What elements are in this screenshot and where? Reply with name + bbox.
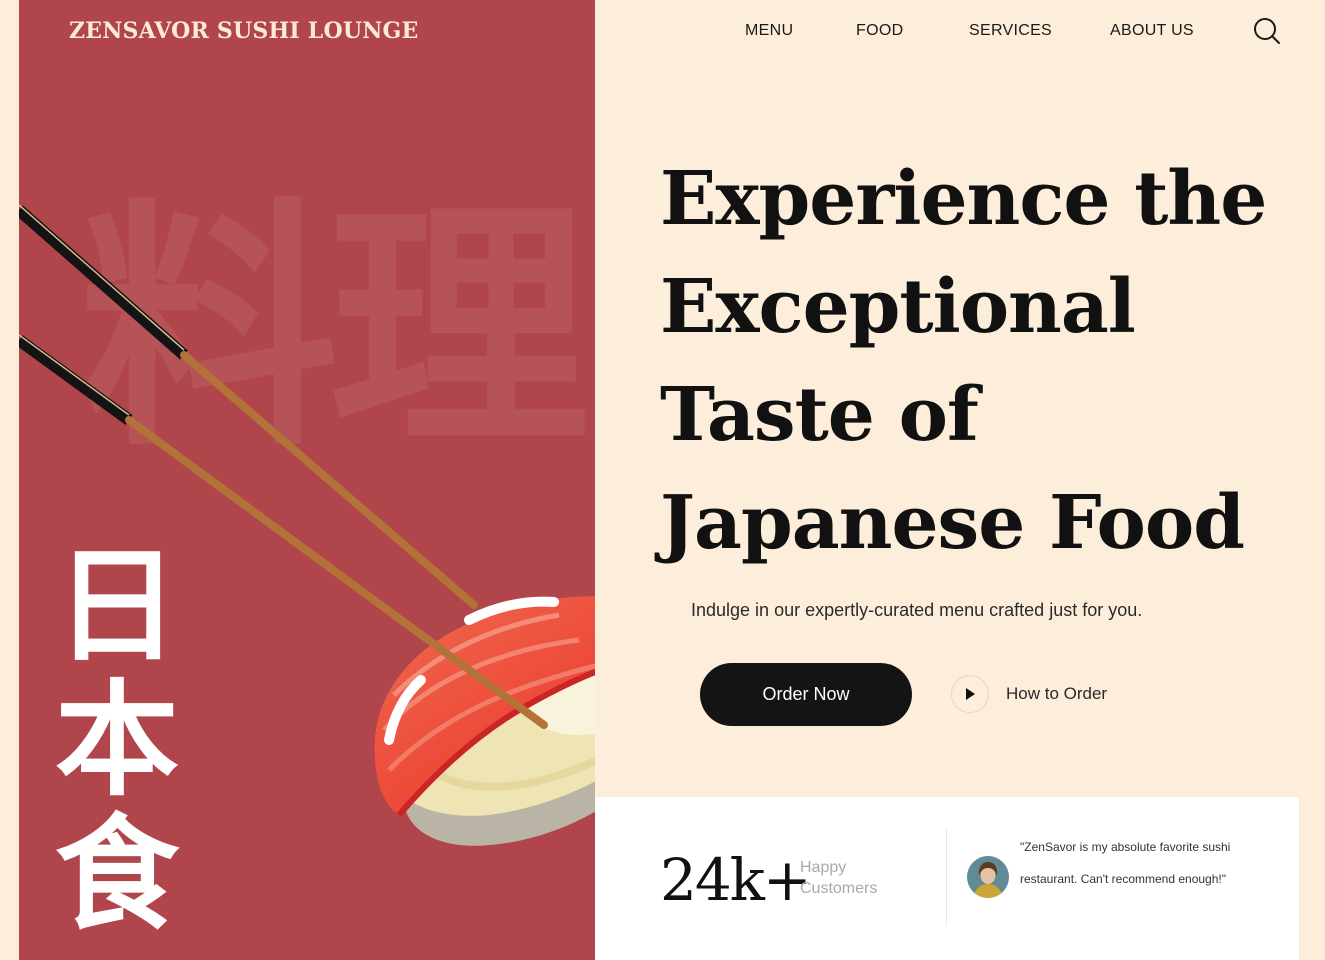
reviewer-avatar (967, 856, 1009, 898)
order-now-button[interactable]: Order Now (700, 663, 912, 726)
customer-count-label: Happy Customers (800, 859, 878, 897)
play-button[interactable] (951, 675, 989, 713)
testimonial-quote: "ZenSavor is my absolute favorite sushi … (1020, 840, 1231, 886)
hero-art-panel: 料理 日本食 (19, 0, 595, 960)
nav-food[interactable]: FOOD (856, 22, 903, 40)
search-button[interactable] (1252, 16, 1282, 46)
nav-about-us[interactable]: ABOUT US (1110, 22, 1194, 40)
hero-subtitle: Indulge in our expertly-curated menu cra… (691, 600, 1143, 620)
search-icon (1254, 18, 1280, 44)
stats-divider (946, 829, 947, 926)
vertical-kanji-text: 日本食 (54, 535, 179, 947)
stats-card: 24k+ Happy Customers "ZenSavor is my abs… (595, 797, 1299, 960)
nav-menu[interactable]: MENU (745, 22, 793, 40)
brand-logo[interactable]: ZENSAVOR SUSHI LOUNGE (69, 18, 418, 44)
play-icon (966, 688, 975, 700)
how-to-order-label: How to Order (1006, 684, 1108, 703)
nav-services[interactable]: SERVICES (969, 22, 1052, 40)
how-to-order-link[interactable]: How to Order (951, 675, 1107, 713)
hero-title: Experience the Exceptional Taste of Japa… (660, 156, 1267, 566)
customer-count: 24k+ (660, 846, 812, 914)
